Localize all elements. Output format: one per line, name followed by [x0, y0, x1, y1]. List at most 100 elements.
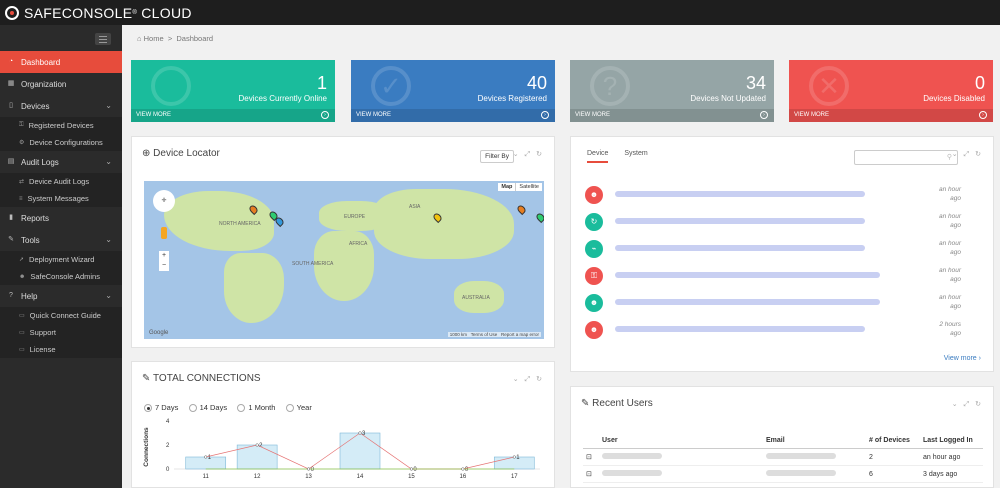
map-marker-icon[interactable] [534, 211, 544, 224]
sidebar-subitem-license[interactable]: ▭ License [0, 341, 122, 358]
google-logo: Google [149, 330, 169, 336]
tab-system[interactable]: System [624, 150, 647, 161]
range-year[interactable]: Year [285, 403, 312, 412]
panel-tools[interactable]: ⌄ ⤢ ↻ [513, 375, 544, 384]
stat-card-not-updated[interactable]: ? 34 Devices Not Updated VIEW MORE › [570, 60, 774, 122]
table-row[interactable]: ⊡ 6 3 days ago [583, 465, 983, 483]
list-item[interactable]: ☻ 2 hours ago [583, 318, 973, 344]
sidebar-toggle-button[interactable] [95, 33, 111, 45]
map-type-button[interactable]: Map [498, 183, 517, 191]
usb-icon: ▯ [9, 102, 13, 109]
x-tick-label: 11 [203, 474, 210, 480]
range-7-days[interactable]: 7 Days [144, 403, 178, 412]
list-item[interactable]: ⌁ an hour ago [583, 237, 973, 263]
x-tick-label: 15 [408, 474, 415, 480]
sidebar-subitem-quick-connect-guide[interactable]: ▭ Quick Connect Guide [0, 307, 122, 324]
brand-logo[interactable]: SAFECONSOLE ® CLOUD [5, 5, 192, 21]
sidebar-item-help[interactable]: ? Help ⌄ [0, 285, 122, 307]
x-tick-label: 12 [254, 474, 261, 480]
stat-card-registered[interactable]: ✓ 40 Devices Registered VIEW MORE › [351, 60, 555, 122]
arrow-right-icon: › [760, 111, 768, 119]
sync-icon: ↻ [585, 213, 603, 231]
list-item[interactable]: ↻ an hour ago [583, 210, 973, 236]
column-header-user[interactable]: User [599, 433, 763, 449]
column-header-last-logged-in[interactable]: Last Logged In [920, 433, 983, 449]
stat-card-online[interactable]: 1 Devices Currently Online VIEW MORE › [131, 60, 335, 122]
sidebar-subitem-device-audit-logs[interactable]: ⇄ Device Audit Logs [0, 173, 122, 190]
list-item[interactable]: ☻ an hour ago [583, 291, 973, 317]
total-connections-panel: ✎ TOTAL CONNECTIONS ⌄ ⤢ ↻ 7 Days 14 Days… [131, 361, 555, 488]
report-map-error-link[interactable]: Report a map error [501, 332, 539, 337]
chart-bar [339, 432, 381, 470]
view-more-link[interactable]: VIEW MORE › [570, 109, 774, 122]
sidebar-item-audit-logs[interactable]: ▤ Audit Logs ⌄ [0, 151, 122, 173]
list-item[interactable]: ⚿ an hour ago [583, 264, 973, 290]
plug-icon: ⌁ [585, 240, 603, 258]
sidebar-item-devices[interactable]: ▯ Devices ⌄ [0, 95, 122, 117]
list-icon: ≡ [19, 195, 23, 202]
rocket-icon: ➚ [19, 257, 25, 263]
chart-bar [493, 456, 535, 470]
map-marker-icon[interactable] [273, 215, 286, 228]
view-more-link[interactable]: VIEW MORE › [789, 109, 993, 122]
arrow-right-icon: › [321, 111, 329, 119]
cog-icon: ⚙ [19, 140, 25, 146]
breadcrumb-home[interactable]: Home [144, 34, 164, 43]
sidebar-subitem-support[interactable]: ▭ Support [0, 324, 122, 341]
list-item[interactable]: ☻ an hour ago [583, 183, 973, 209]
expand-row-icon[interactable]: ⊡ [583, 448, 599, 466]
sidebar-subitem-deployment-wizard[interactable]: ➚ Deployment Wizard [0, 251, 122, 268]
map-pan-control[interactable]: ✛ [153, 190, 175, 212]
document-icon: ▭ [19, 313, 25, 319]
panel-title: TOTAL CONNECTIONS [153, 373, 261, 384]
sidebar-item-organization[interactable]: ▦ Organization [0, 73, 122, 95]
column-header-devices[interactable]: # of Devices [866, 433, 920, 449]
panel-tools[interactable]: ⌄ ⤢ ↻ [952, 400, 983, 409]
filter-by-button[interactable]: Filter By [480, 150, 514, 163]
check-circle-icon: ✓ [371, 66, 411, 106]
column-header-email[interactable]: Email [763, 433, 866, 449]
satellite-type-button[interactable]: Satellite [516, 183, 542, 191]
exchange-icon: ⇄ [19, 179, 25, 185]
sidebar-subitem-safeconsole-admins[interactable]: ☻ SafeConsole Admins [0, 268, 122, 285]
signal-icon [151, 66, 191, 106]
chevron-down-icon: ⌄ [105, 235, 112, 244]
panel-tools[interactable]: ⌄ ⤢ ↻ [952, 150, 983, 159]
street-view-icon[interactable] [161, 227, 167, 239]
data-point [358, 431, 362, 435]
map-marker-icon[interactable] [515, 203, 528, 216]
map-scale: 1000 km [449, 332, 468, 337]
range-1-month[interactable]: 1 Month [237, 403, 275, 412]
user-plus-icon: ☻ [585, 294, 603, 312]
view-more-link[interactable]: View more › [944, 355, 981, 362]
sidebar-subitem-system-messages[interactable]: ≡ System Messages [0, 190, 122, 207]
world-map[interactable]: NORTH AMERICA SOUTH AMERICA EUROPE AFRIC… [144, 181, 544, 339]
data-point [409, 467, 413, 471]
sidebar: ◔ Dashboard ▦ Organization ▯ Devices ⌄ ⚿ Regi… [0, 25, 122, 488]
sidebar-subitem-registered-devices[interactable]: ⚿ Registered Devices [0, 117, 122, 134]
stat-card-disabled[interactable]: ✕ 0 Devices Disabled VIEW MORE › [789, 60, 993, 122]
zoom-in-button[interactable]: + [159, 251, 169, 261]
expand-row-icon[interactable]: ⊡ [583, 465, 599, 483]
table-row[interactable]: ⊡ 2 an hour ago [583, 448, 983, 466]
log-icon: ▤ [7, 158, 15, 165]
sidebar-subitem-device-configurations[interactable]: ⚙ Device Configurations [0, 134, 122, 151]
range-14-days[interactable]: 14 Days [188, 403, 227, 412]
chevron-down-icon: ⌄ [105, 291, 112, 300]
chevron-down-icon: ⌄ [105, 101, 112, 110]
x-tick-label: 13 [305, 474, 312, 480]
document-icon: ▭ [19, 347, 25, 353]
y-axis-label: Connections [143, 427, 150, 467]
sidebar-item-dashboard[interactable]: ◔ Dashboard [0, 51, 122, 73]
terms-link[interactable]: Terms of Use [471, 332, 498, 337]
view-more-link[interactable]: VIEW MORE › [131, 109, 335, 122]
activity-search-input[interactable]: ⚲ [854, 150, 958, 165]
sidebar-item-reports[interactable]: ▮ Reports [0, 207, 122, 229]
view-more-link[interactable]: VIEW MORE › [351, 109, 555, 122]
panel-tools[interactable]: ⌄ ⤢ ↻ [513, 150, 544, 159]
tab-device[interactable]: Device [587, 150, 609, 163]
zoom-out-button[interactable]: − [159, 261, 169, 271]
data-point [512, 455, 516, 459]
sidebar-item-tools[interactable]: ✎ Tools ⌄ [0, 229, 122, 251]
data-point [204, 455, 208, 459]
